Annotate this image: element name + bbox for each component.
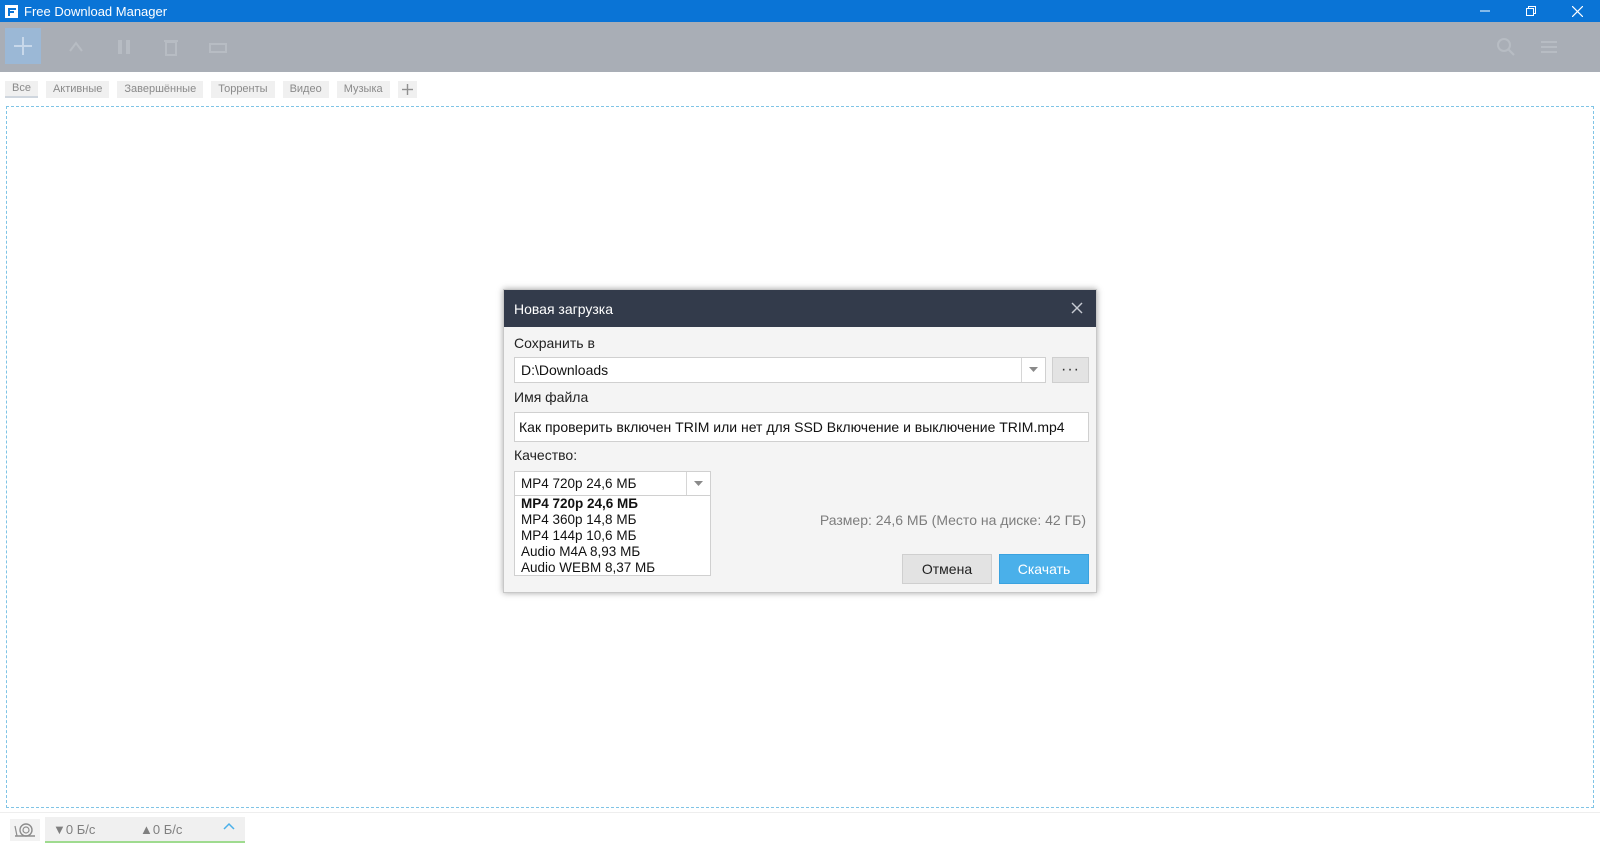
close-icon[interactable]	[1070, 301, 1084, 315]
chevron-down-icon[interactable]	[686, 472, 710, 495]
chevron-up-icon[interactable]	[223, 821, 235, 836]
dialog-header: Новая загрузка	[504, 290, 1096, 327]
quality-option[interactable]: MP4 720p 24,6 МБ	[521, 496, 704, 512]
minimize-icon	[1480, 10, 1490, 12]
quality-option[interactable]: MP4 144p 10,6 МБ	[521, 528, 704, 544]
window-titlebar: Free Download Manager	[0, 0, 1600, 22]
filename-label: Имя файла	[514, 389, 589, 405]
delete-icon[interactable]	[161, 37, 181, 57]
move-icon[interactable]	[208, 37, 228, 57]
quality-label: Качество:	[514, 447, 578, 463]
close-icon	[1571, 5, 1583, 17]
snail-icon	[14, 823, 35, 837]
filename-input[interactable]: Как проверить включен TRIM или нет для S…	[514, 412, 1089, 442]
speed-panel[interactable]: ▼0 Б/с ▲0 Б/с	[45, 817, 245, 843]
save-path-value: D:\Downloads	[521, 362, 609, 378]
search-icon[interactable]	[1496, 37, 1516, 57]
new-download-dialog: Новая загрузка Сохранить в D:\Downloads …	[503, 289, 1097, 593]
dialog-title: Новая загрузка	[514, 300, 614, 317]
fdm-logo-icon	[5, 4, 18, 18]
resume-icon[interactable]	[66, 37, 86, 57]
restore-icon	[1526, 6, 1536, 16]
size-info: Размер: 24,6 МБ (Место на диске: 42 ГБ)	[819, 512, 1086, 528]
pause-icon[interactable]	[114, 37, 134, 57]
quality-option[interactable]: Audio M4A 8,93 МБ	[521, 544, 704, 560]
quality-option[interactable]: MP4 360p 14,8 МБ	[521, 512, 704, 528]
window-controls	[1462, 0, 1600, 22]
hamburger-menu-icon[interactable]	[1539, 37, 1559, 57]
restore-button[interactable]	[1508, 0, 1554, 22]
tab-all[interactable]: Все	[5, 80, 38, 98]
status-bar: ▼0 Б/с ▲0 Б/с	[0, 812, 1600, 844]
chevron-down-icon[interactable]	[1021, 358, 1045, 382]
upload-speed: ▲0 Б/с	[140, 822, 183, 837]
close-window-button[interactable]	[1554, 0, 1600, 22]
tab-completed[interactable]: Завершённые	[117, 80, 204, 98]
download-speed: ▼0 Б/с	[53, 822, 96, 837]
tab-video[interactable]: Видео	[282, 80, 329, 98]
plus-icon	[401, 83, 413, 95]
quality-dropdown-list: MP4 720p 24,6 МБ MP4 360p 14,8 МБ MP4 14…	[514, 496, 711, 576]
save-path-combobox[interactable]: D:\Downloads	[514, 357, 1046, 383]
minimize-button[interactable]	[1462, 0, 1508, 22]
filter-tabs: Все Активные Завершённые Торренты Видео …	[5, 80, 417, 98]
browse-folder-button[interactable]: ···	[1052, 357, 1089, 383]
snail-mode-button[interactable]	[10, 819, 40, 841]
download-button[interactable]: Скачать	[999, 554, 1089, 584]
main-toolbar	[0, 22, 1600, 72]
tab-music[interactable]: Музыка	[336, 80, 390, 98]
save-to-label: Сохранить в	[514, 335, 595, 351]
tab-torrents[interactable]: Торренты	[211, 80, 275, 98]
cancel-button[interactable]: Отмена	[902, 554, 992, 584]
quality-select[interactable]: MP4 720p 24,6 МБ	[514, 471, 711, 496]
window-title: Free Download Manager	[24, 3, 168, 19]
add-tab-button[interactable]	[397, 80, 417, 98]
quality-selected-value: MP4 720p 24,6 МБ	[521, 476, 637, 491]
add-download-button[interactable]	[5, 28, 41, 64]
plus-icon	[14, 37, 32, 55]
tab-active[interactable]: Активные	[45, 80, 110, 98]
quality-option[interactable]: Audio WEBM 8,37 МБ	[521, 560, 704, 576]
